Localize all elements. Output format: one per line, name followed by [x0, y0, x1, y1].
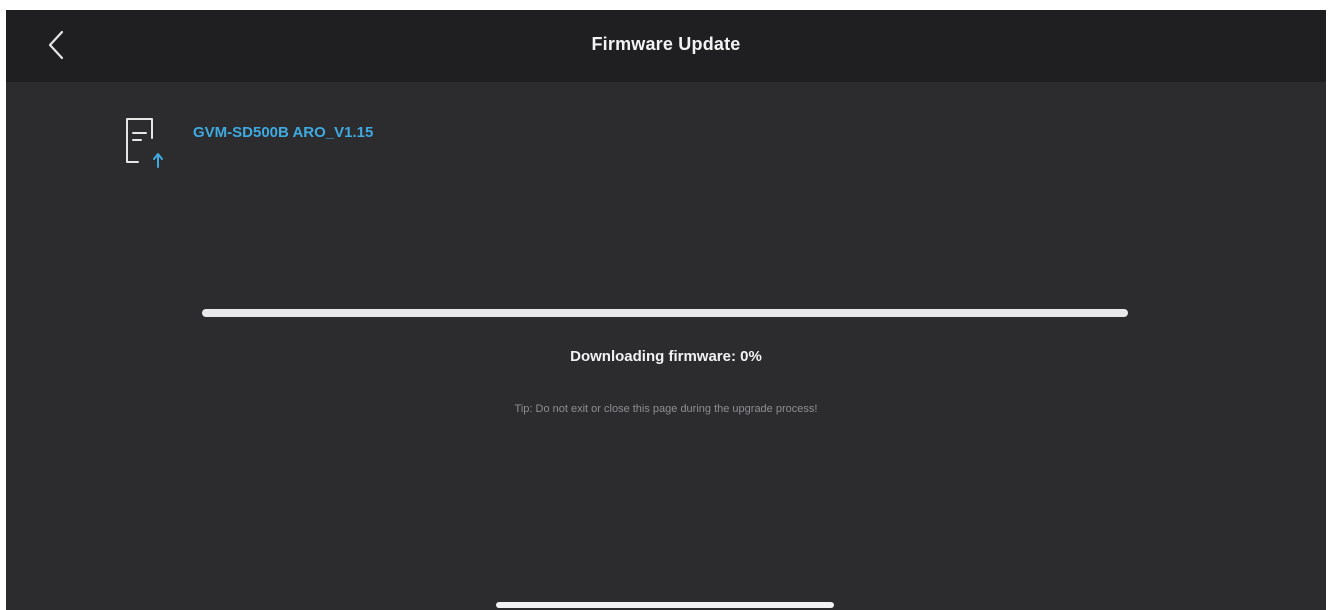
home-indicator: [496, 602, 834, 608]
document-upload-icon: [126, 118, 163, 168]
page-title: Firmware Update: [591, 34, 741, 54]
download-status-label: Downloading firmware: 0%: [570, 348, 762, 365]
firmware-file-name: GVM-SD500B ARO_V1.15: [193, 124, 374, 141]
firmware-update-screen: Firmware Update GVM-SD500B ARO_V1.15 Dow…: [6, 10, 1326, 610]
download-progress-bar: [202, 309, 1128, 317]
navigation-bar: Firmware Update: [6, 10, 1326, 82]
upgrade-tip: Tip: Do not exit or close this page duri…: [514, 403, 818, 415]
